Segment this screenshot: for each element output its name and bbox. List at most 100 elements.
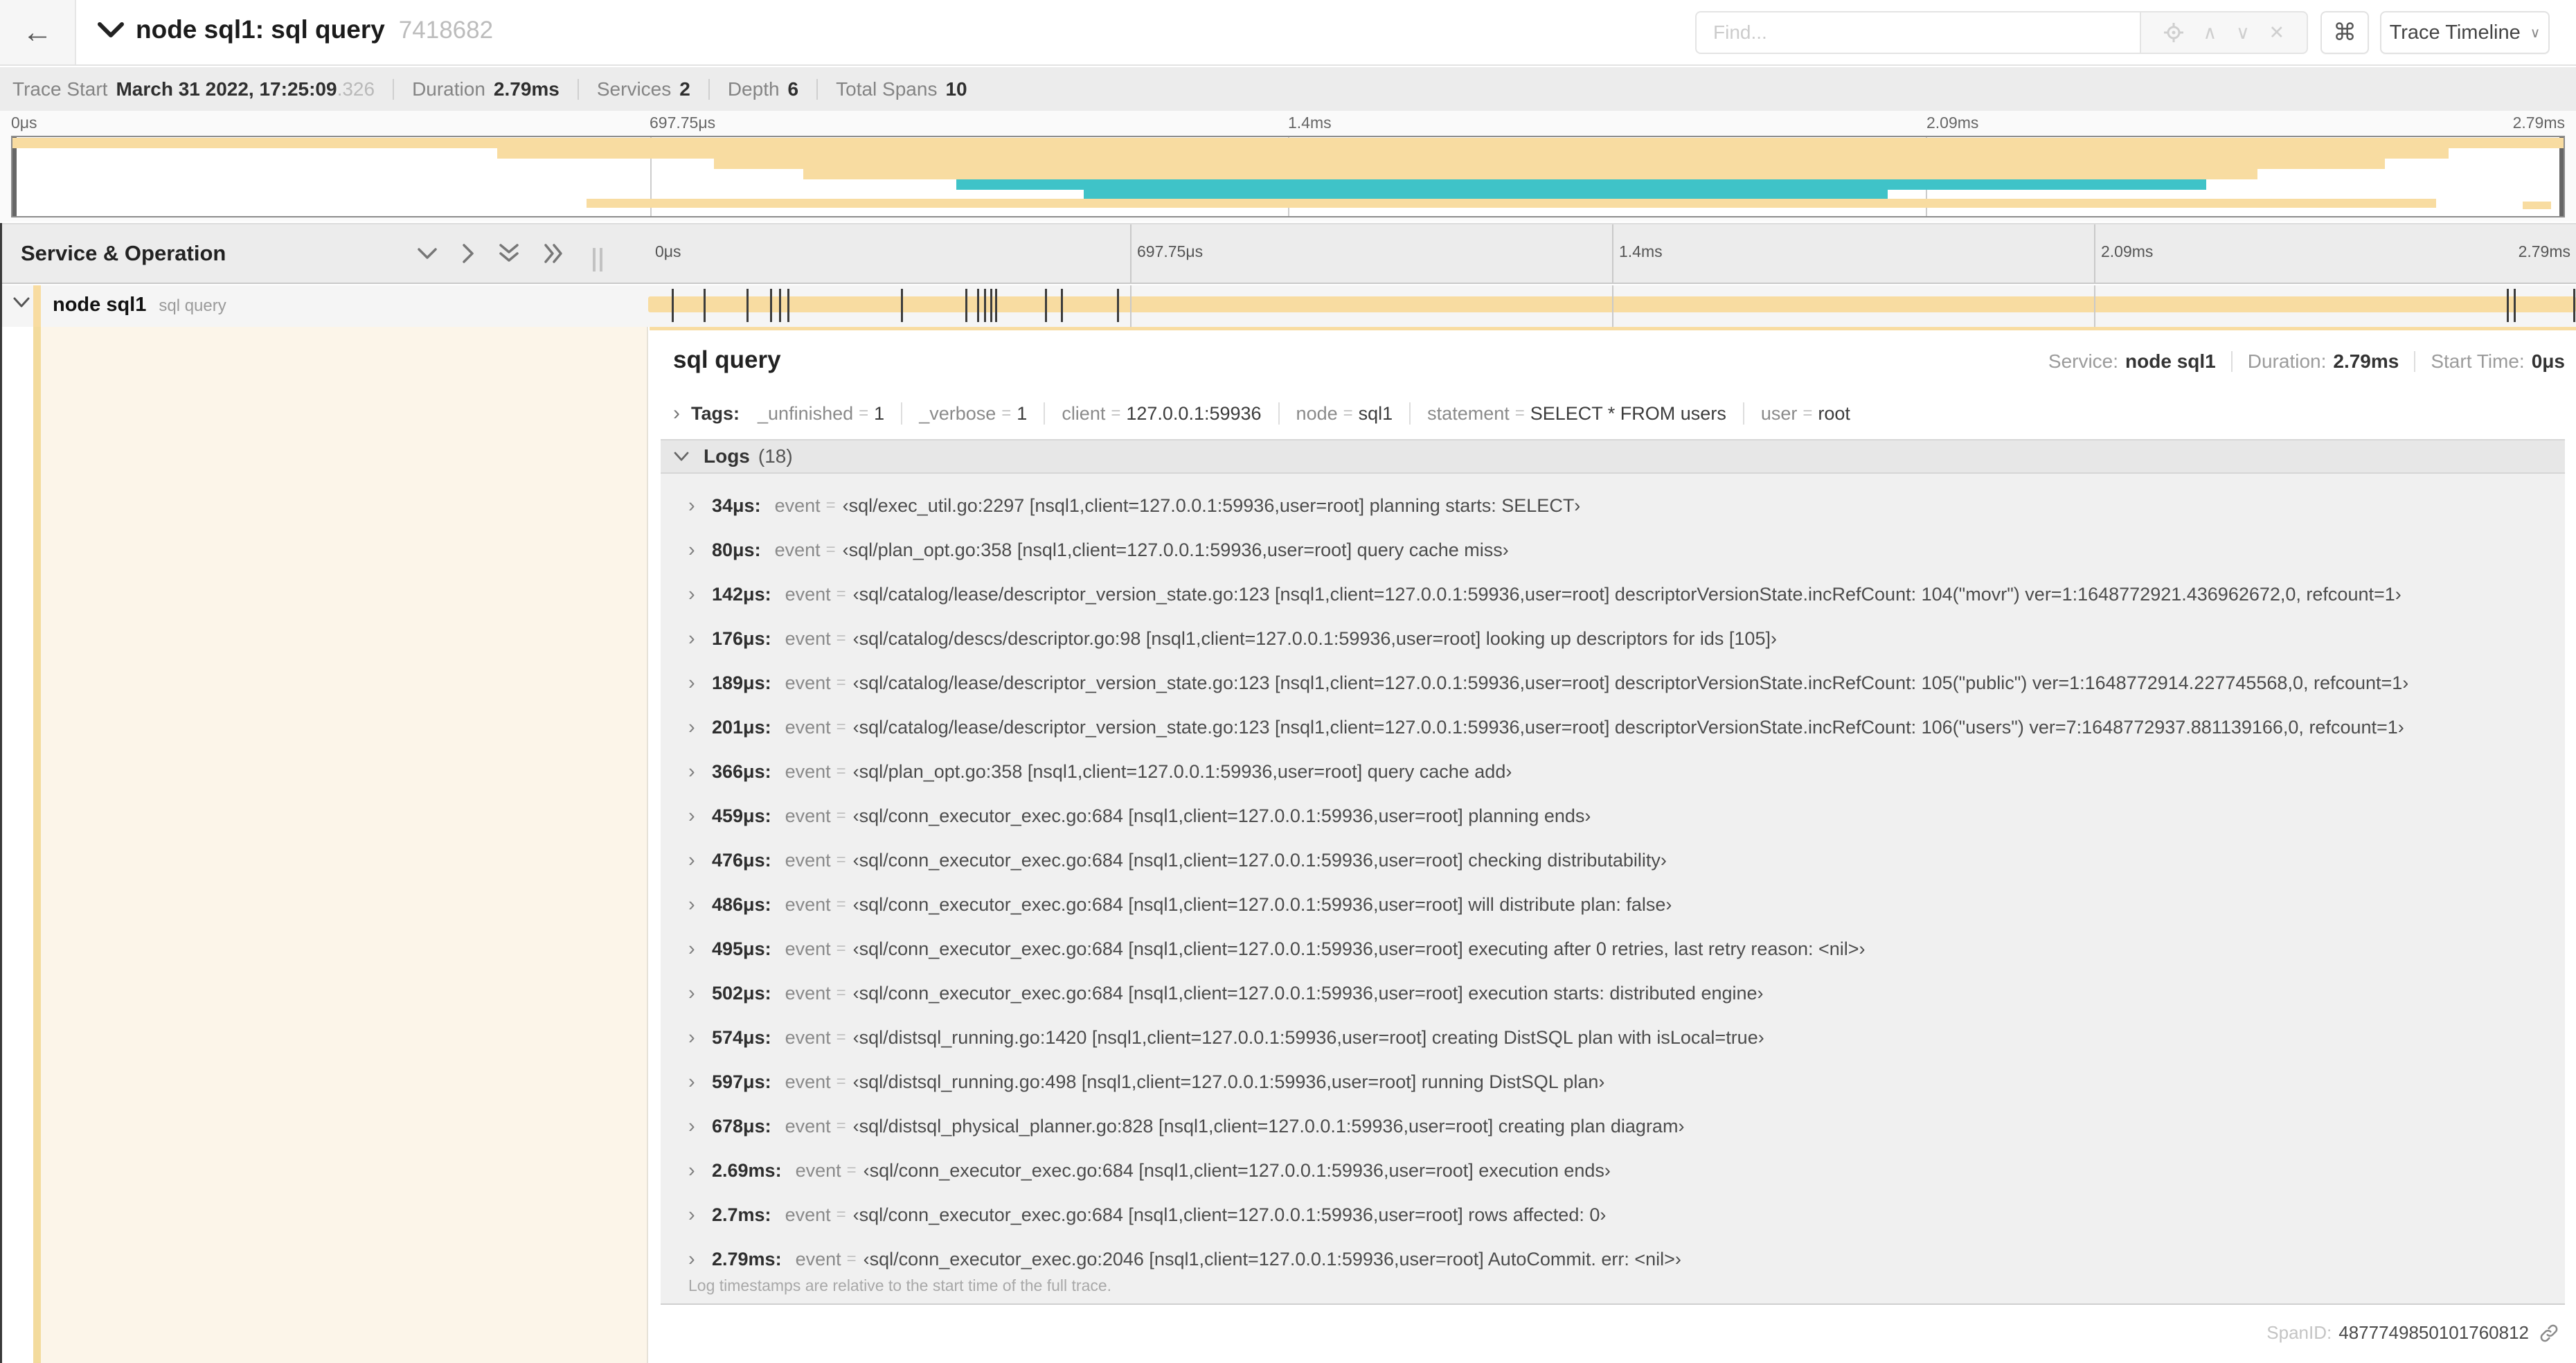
log-expand-chevron-icon[interactable]: › (688, 716, 712, 739)
timeline-gridline (1130, 285, 1132, 327)
tag-item: statement = SELECT * FROM users (1427, 403, 1726, 425)
log-field-value: ‹sql/conn_executor_exec.go:684 [nsql1,cl… (852, 938, 1866, 959)
summary-item-label: Total Spans (836, 78, 938, 100)
log-row[interactable]: › 2.69ms: event = ‹sql/conn_executor_exec.go… (661, 1148, 2565, 1193)
minimap-viewport[interactable] (11, 136, 2565, 217)
log-row[interactable]: › 189μs: event = ‹sql/catalog/lease/descript… (661, 661, 2565, 705)
span-row[interactable]: node sql1 sql query (0, 285, 2576, 327)
log-row[interactable]: › 201μs: event = ‹sql/catalog/lease/descript… (661, 705, 2565, 749)
log-row[interactable]: › 502μs: event = ‹sql/conn_executor_exec.go:… (661, 971, 2565, 1015)
expand-all-icon[interactable] (543, 243, 565, 264)
minimap-right-handle[interactable] (2559, 137, 2564, 216)
span-row-bar-cell[interactable] (648, 285, 2576, 327)
logs-header[interactable]: Logs (18) (661, 439, 2565, 474)
log-expand-chevron-icon[interactable]: › (688, 938, 712, 961)
find-prev-icon[interactable]: ∧ (2203, 23, 2217, 42)
tags-expand-chevron-icon[interactable]: › (673, 402, 680, 425)
tag-divider (1409, 402, 1411, 425)
log-field-value: ‹sql/distsql_running.go:1420 [nsql1,clie… (852, 1026, 1764, 1048)
tag-divider (1278, 402, 1280, 425)
log-field-value: ‹sql/conn_executor_exec.go:684 [nsql1,cl… (852, 893, 1672, 915)
log-row[interactable]: › 366μs: event = ‹sql/plan_opt.go:358 [nsql1… (661, 749, 2565, 794)
log-event-tick (671, 289, 674, 322)
log-row[interactable]: › 34μs: event = ‹sql/exec_util.go:2297 [nsql… (661, 483, 2565, 528)
log-row[interactable]: › 495μs: event = ‹sql/conn_executor_exec.go:… (661, 927, 2565, 971)
log-expand-chevron-icon[interactable]: › (688, 495, 712, 517)
expand-one-icon[interactable] (461, 243, 475, 264)
log-expand-chevron-icon[interactable]: › (688, 1071, 712, 1094)
log-row[interactable]: › 80μs: event = ‹sql/plan_opt.go:358 [nsql1,… (661, 528, 2565, 572)
timeline-gridline (1612, 285, 1613, 327)
log-expand-chevron-icon[interactable]: › (688, 1204, 712, 1227)
chevron-down-icon: ∨ (2530, 25, 2541, 41)
logs-footnote: Log timestamps are relative to the start… (688, 1276, 1112, 1294)
log-field-value: ‹sql/conn_executor_exec.go:684 [nsql1,cl… (852, 849, 1667, 871)
log-expand-chevron-icon[interactable]: › (688, 583, 712, 606)
summary-item-value: 2 (679, 78, 690, 100)
minimap-span-bar (714, 159, 2386, 169)
collapse-all-icon[interactable] (499, 242, 519, 265)
minimap-left-handle[interactable] (12, 137, 17, 216)
log-expand-chevron-icon[interactable]: › (688, 1159, 712, 1182)
tag-key: client (1062, 402, 1106, 424)
summary-item-value: March 31 2022, 17:25:09 (116, 78, 337, 100)
log-expand-chevron-icon[interactable]: › (688, 1248, 712, 1271)
find-input[interactable] (1695, 11, 2140, 54)
log-row[interactable]: › 2.79ms: event = ‹sql/conn_executor_exec.go… (661, 1237, 2565, 1281)
minimap-tick-labels: 0μs 697.75μs 1.4ms 2.09ms 2.79ms (11, 114, 2565, 136)
span-operation-name: sql query (159, 296, 226, 315)
log-expand-chevron-icon[interactable]: › (688, 627, 712, 650)
command-icon: ⌘ (2333, 19, 2356, 46)
log-field-name: event (785, 1115, 831, 1137)
keyboard-shortcuts-button[interactable]: ⌘ (2320, 11, 2369, 54)
log-row[interactable]: › 476μs: event = ‹sql/conn_executor_exec.go:… (661, 838, 2565, 882)
summary-item-label: Duration (412, 78, 485, 100)
log-event-tick (778, 289, 781, 322)
log-expand-chevron-icon[interactable]: › (688, 539, 712, 562)
span-collapse-chevron-icon[interactable] (12, 296, 30, 308)
log-row[interactable]: › 678μs: event = ‹sql/distsql_physical_plann… (661, 1104, 2565, 1148)
panel-resize-handle[interactable] (593, 248, 602, 271)
tags-row[interactable]: › Tags: _unfinished = 1 _verbose = 1 client = 12… (673, 398, 2565, 429)
log-row[interactable]: › 142μs: event = ‹sql/catalog/lease/descript… (661, 572, 2565, 616)
back-arrow-icon: ← (22, 15, 53, 49)
logs-collapse-chevron-icon[interactable] (673, 451, 690, 462)
find-clear-icon[interactable]: ✕ (2269, 23, 2284, 42)
summary-item-label: Depth (727, 78, 780, 100)
log-expand-chevron-icon[interactable]: › (688, 672, 712, 695)
find-next-icon[interactable]: ∨ (2236, 23, 2250, 42)
log-equals: = (836, 1072, 846, 1091)
back-button[interactable]: ← (0, 0, 76, 64)
log-equals: = (836, 673, 846, 692)
detail-header-row: sql query Service: node sql1 Duration: 2… (673, 345, 2565, 381)
log-event-tick (983, 289, 986, 322)
log-expand-chevron-icon[interactable]: › (688, 1115, 712, 1138)
log-field-name: event (785, 982, 831, 1004)
trace-id: 7418682 (398, 17, 494, 44)
log-row[interactable]: › 486μs: event = ‹sql/conn_executor_exec.go:… (661, 882, 2565, 927)
logs-count: (18) (758, 445, 793, 467)
view-dropdown-button[interactable]: Trace Timeline ∨ (2380, 11, 2550, 54)
log-expand-chevron-icon[interactable]: › (688, 893, 712, 916)
log-row[interactable]: › 2.7ms: event = ‹sql/conn_executor_exec.go:… (661, 1193, 2565, 1237)
log-row[interactable]: › 459μs: event = ‹sql/conn_executor_exec.go:… (661, 794, 2565, 838)
locate-icon[interactable] (2163, 22, 2184, 43)
trace-summary-bar: Trace Start March 31 2022, 17:25:09.326 Du… (0, 67, 2576, 111)
tag-divider (1044, 402, 1046, 425)
log-field-value: ‹sql/exec_util.go:2297 [nsql1,client=127… (842, 495, 1581, 516)
log-expand-chevron-icon[interactable]: › (688, 849, 712, 872)
span-row-name-cell[interactable]: node sql1 sql query (0, 285, 648, 327)
log-expand-chevron-icon[interactable]: › (688, 760, 712, 783)
axis-tick-label: 1.4ms (1619, 242, 1663, 260)
deep-link-icon[interactable] (2539, 1323, 2559, 1344)
log-expand-chevron-icon[interactable]: › (688, 1026, 712, 1049)
log-row[interactable]: › 574μs: event = ‹sql/distsql_running.go:142… (661, 1015, 2565, 1060)
trace-collapse-chevron-icon[interactable] (97, 21, 125, 39)
log-field-value: ‹sql/conn_executor_exec.go:684 [nsql1,cl… (852, 982, 1764, 1004)
service-value: node sql1 (2125, 350, 2216, 372)
log-row[interactable]: › 176μs: event = ‹sql/catalog/descs/descript… (661, 616, 2565, 661)
log-row[interactable]: › 597μs: event = ‹sql/distsql_running.go:498… (661, 1060, 2565, 1104)
log-expand-chevron-icon[interactable]: › (688, 805, 712, 828)
log-expand-chevron-icon[interactable]: › (688, 982, 712, 1005)
collapse-one-icon[interactable] (417, 247, 438, 260)
